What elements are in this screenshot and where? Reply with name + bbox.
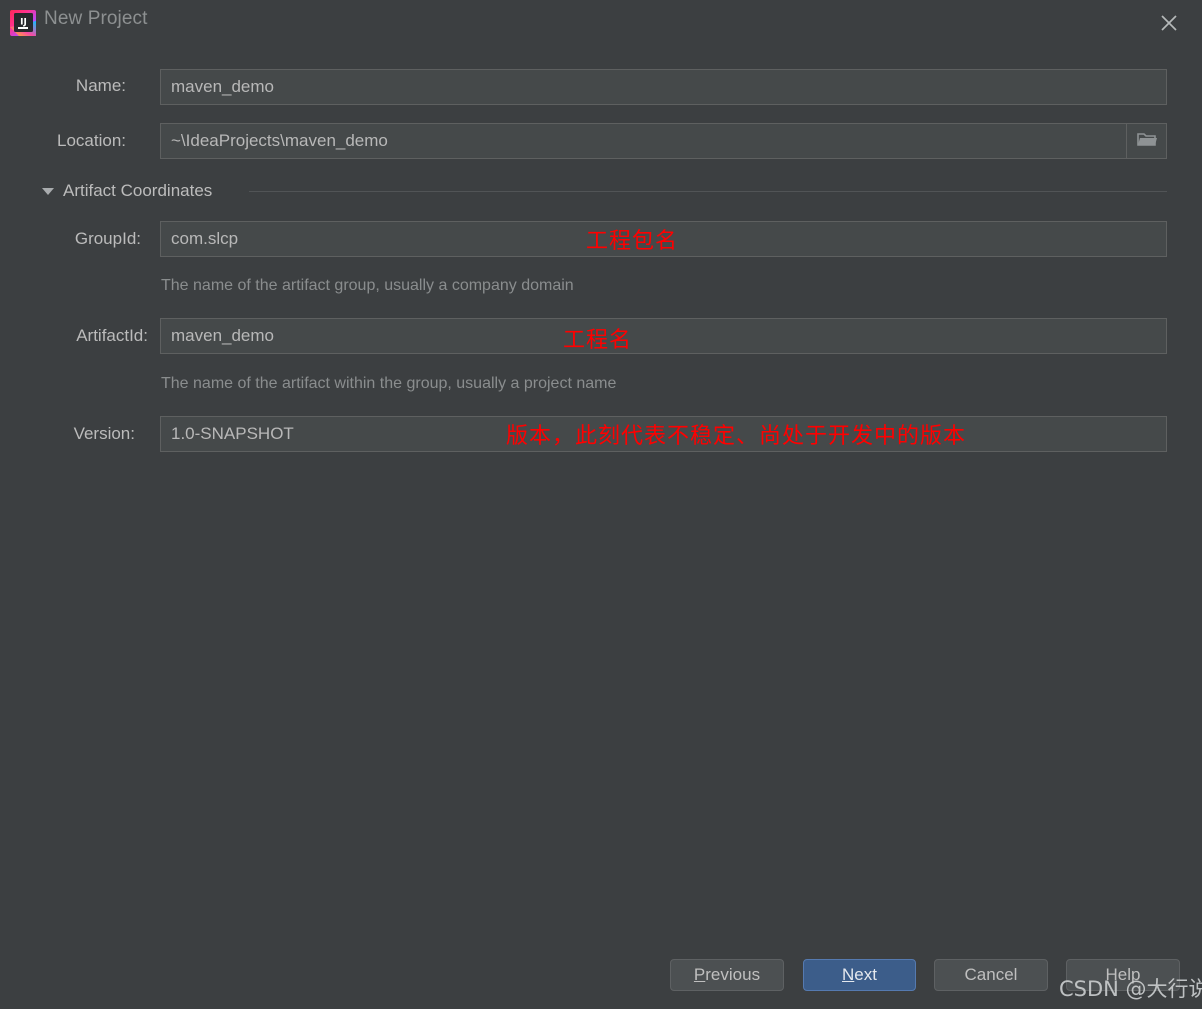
chevron-down-icon bbox=[42, 187, 54, 195]
name-input[interactable]: maven_demo bbox=[160, 69, 1167, 105]
next-mnemonic: N bbox=[842, 965, 855, 984]
artifact-id-label: ArtifactId: bbox=[76, 326, 148, 345]
help-button[interactable]: Help bbox=[1066, 959, 1180, 991]
previous-rest: revious bbox=[705, 965, 761, 984]
artifact-id-input[interactable]: maven_demo bbox=[160, 318, 1167, 354]
location-input[interactable]: ~\IdeaProjects\maven_demo bbox=[160, 123, 1127, 159]
artifact-coordinates-title: Artifact Coordinates bbox=[63, 181, 213, 200]
next-rest: ext bbox=[854, 965, 877, 984]
group-id-label: GroupId: bbox=[74, 229, 141, 248]
previous-button[interactable]: Previous bbox=[670, 959, 784, 991]
next-button[interactable]: Next bbox=[803, 959, 916, 991]
group-id-annotation: 工程包名 bbox=[586, 229, 679, 254]
previous-mnemonic: P bbox=[693, 965, 706, 984]
version-annotation: 版本，此刻代表不稳定、尚处于开发中的版本 bbox=[506, 424, 967, 449]
artifact-id-hint: The name of the artifact within the grou… bbox=[161, 375, 617, 392]
folder-icon bbox=[1136, 130, 1158, 153]
version-label: Version: bbox=[73, 424, 135, 443]
new-project-form: Name: maven_demo Location: ~\IdeaProject… bbox=[0, 0, 1202, 1009]
artifact-id-annotation: 工程名 bbox=[563, 328, 633, 353]
cancel-button[interactable]: Cancel bbox=[934, 959, 1048, 991]
previous-button-label: Previous bbox=[694, 965, 760, 985]
artifact-coordinates-section-toggle[interactable]: Artifact Coordinates bbox=[42, 181, 212, 201]
name-label: Name: bbox=[75, 76, 126, 95]
location-browse-button[interactable] bbox=[1127, 123, 1167, 159]
section-divider bbox=[249, 191, 1167, 192]
location-label: Location: bbox=[57, 131, 126, 150]
group-id-hint: The name of the artifact group, usually … bbox=[161, 277, 574, 294]
next-button-label: Next bbox=[842, 965, 877, 985]
